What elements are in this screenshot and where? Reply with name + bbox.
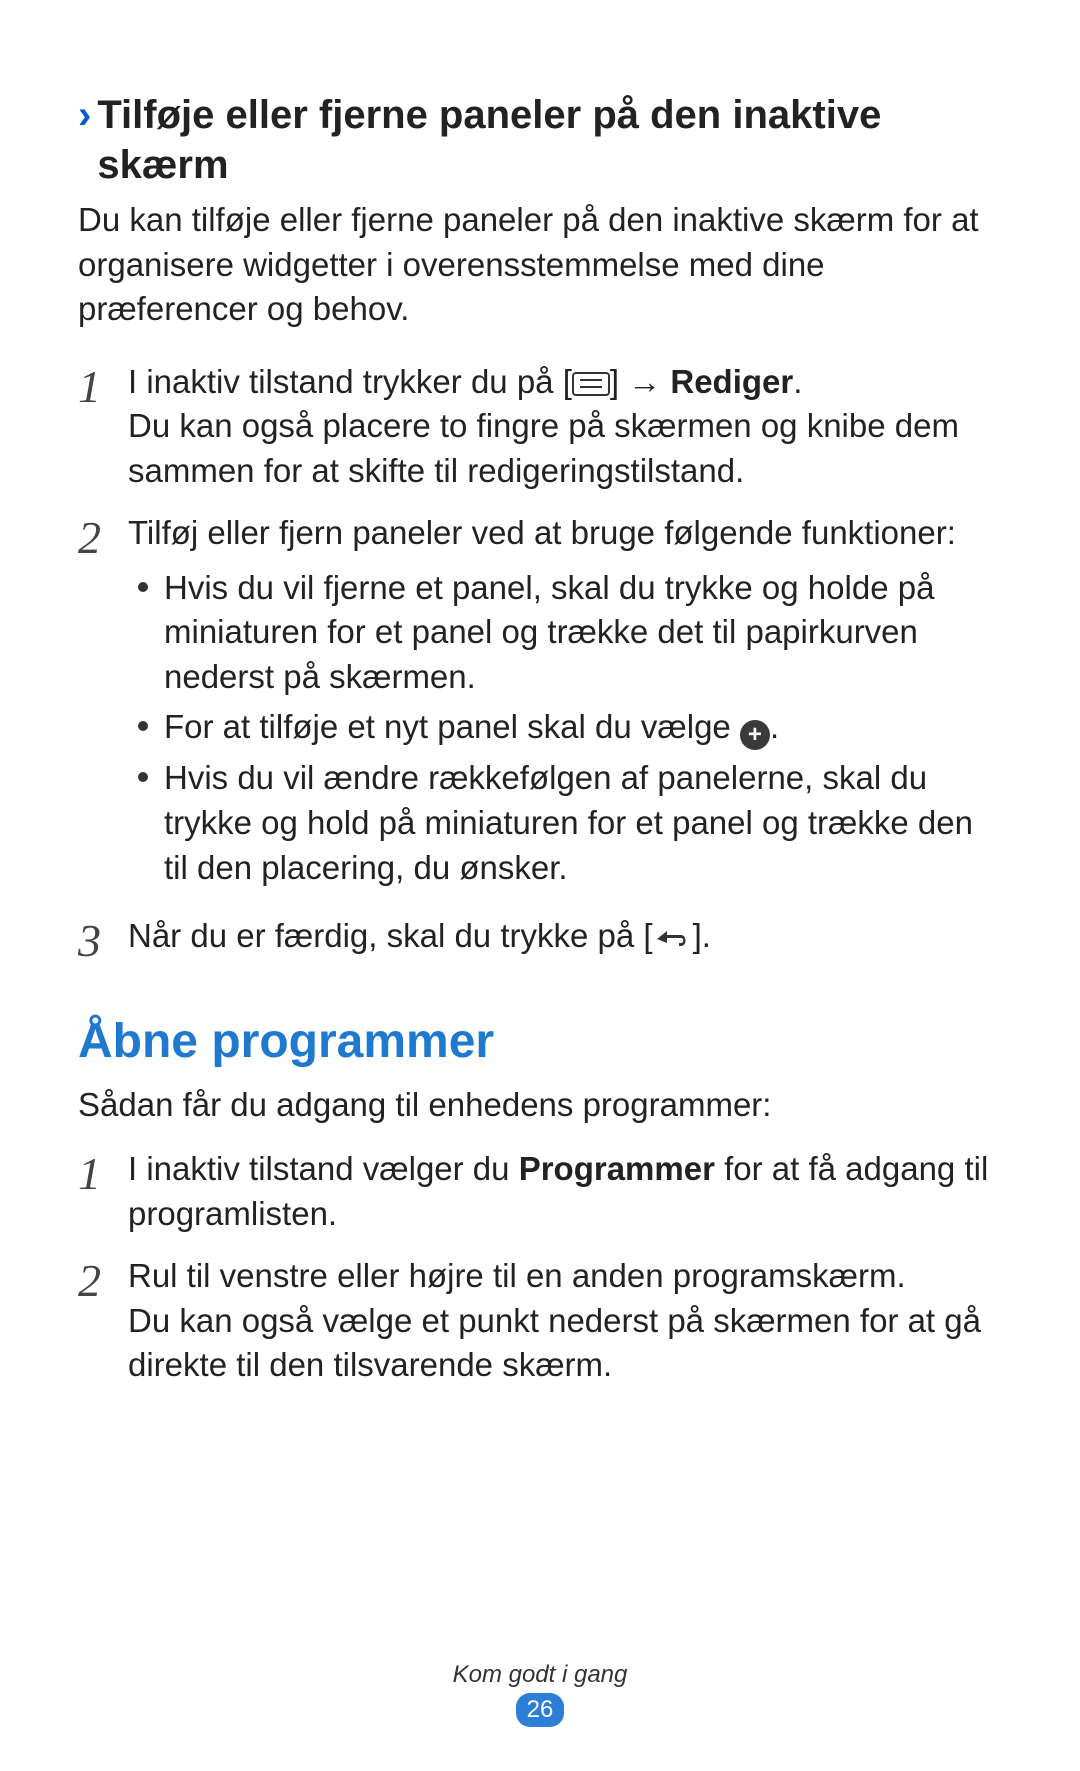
page-footer: Kom godt i gang 26 [0,1661,1080,1727]
bullet-text: Hvis du vil fjerne et panel, skal du try… [164,566,1002,700]
footer-label: Kom godt i gang [0,1661,1080,1689]
step-before: I inaktiv tilstand vælger du [128,1150,519,1187]
bullet-item: For at tilføje et nyt panel skal du vælg… [128,705,1002,750]
section-title: Åbne programmer [78,1014,1002,1069]
steps-list: 1 I inaktiv tilstand vælger du Programme… [78,1147,1002,1388]
step-2: 2 Tilføj eller fjern paneler ved at brug… [78,511,1002,896]
step-bold: Programmer [519,1150,715,1187]
section-intro: Sådan får du adgang til enhedens program… [78,1083,1002,1128]
step-number: 2 [78,511,128,558]
step-body: I inaktiv tilstand trykker du på [] → Re… [128,360,1002,494]
page-number: 26 [516,1693,564,1727]
step-text: Tilføj eller fjern paneler ved at bruge … [128,511,1002,556]
bullet-after: . [770,708,779,745]
bullet-item: Hvis du vil fjerne et panel, skal du try… [128,566,1002,700]
step-after: ]. [693,917,711,954]
bullet-dot-icon [138,721,148,731]
step-body: Rul til venstre eller højre til en anden… [128,1254,1002,1388]
steps-list: 1 I inaktiv tilstand trykker du på [] → … [78,360,1002,964]
step-text: I inaktiv tilstand trykker du på [ [128,363,572,400]
step-after: . [793,363,802,400]
section-heading: › Tilføje eller fjerne paneler på den in… [78,90,1002,190]
step-number: 2 [78,1254,128,1301]
step-text: Rul til venstre eller højre til en anden… [128,1254,1002,1299]
bullet-dot-icon [138,582,148,592]
step-number: 1 [78,1147,128,1194]
step-subtext: Du kan også placere to fingre på skærmen… [128,404,1002,493]
step-text: Når du er færdig, skal du trykke på [ [128,917,653,954]
step-body: Tilføj eller fjern paneler ved at bruge … [128,511,1002,896]
back-icon [653,919,693,964]
bullet-text: For at tilføje et nyt panel skal du vælg… [164,705,1002,750]
step-body: Når du er færdig, skal du trykke på [ ]. [128,914,1002,964]
bracket-close: ] [610,363,619,400]
heading-line-1: Tilføje eller fjerne paneler på den inak… [97,93,881,137]
bullet-text: Hvis du vil ændre rækkefølgen af paneler… [164,756,1002,890]
menu-icon [572,372,610,396]
step-3: 3 Når du er færdig, skal du trykke på [ … [78,914,1002,964]
step-number: 3 [78,914,128,961]
bullet-dot-icon [138,772,148,782]
step-1: 1 I inaktiv tilstand trykker du på [] → … [78,360,1002,494]
bullet-item: Hvis du vil ændre rækkefølgen af paneler… [128,756,1002,890]
bullet-before: For at tilføje et nyt panel skal du vælg… [164,708,740,745]
heading-line-2: skærm [97,143,228,187]
chevron-right-icon: › [78,90,91,140]
arrow-right-text: → [619,363,670,400]
step-subtext: Du kan også vælge et punkt nederst på sk… [128,1299,1002,1388]
step-2: 2 Rul til venstre eller højre til en and… [78,1254,1002,1388]
bullet-list: Hvis du vil fjerne et panel, skal du try… [128,566,1002,890]
step-bold: Rediger [670,363,793,400]
section-intro: Du kan tilføje eller fjerne paneler på d… [78,198,1002,332]
step-body: I inaktiv tilstand vælger du Programmer … [128,1147,1002,1236]
step-1: 1 I inaktiv tilstand vælger du Programme… [78,1147,1002,1236]
document-page: › Tilføje eller fjerne paneler på den in… [0,0,1080,1388]
step-number: 1 [78,360,128,407]
plus-circle-icon: + [740,720,770,750]
